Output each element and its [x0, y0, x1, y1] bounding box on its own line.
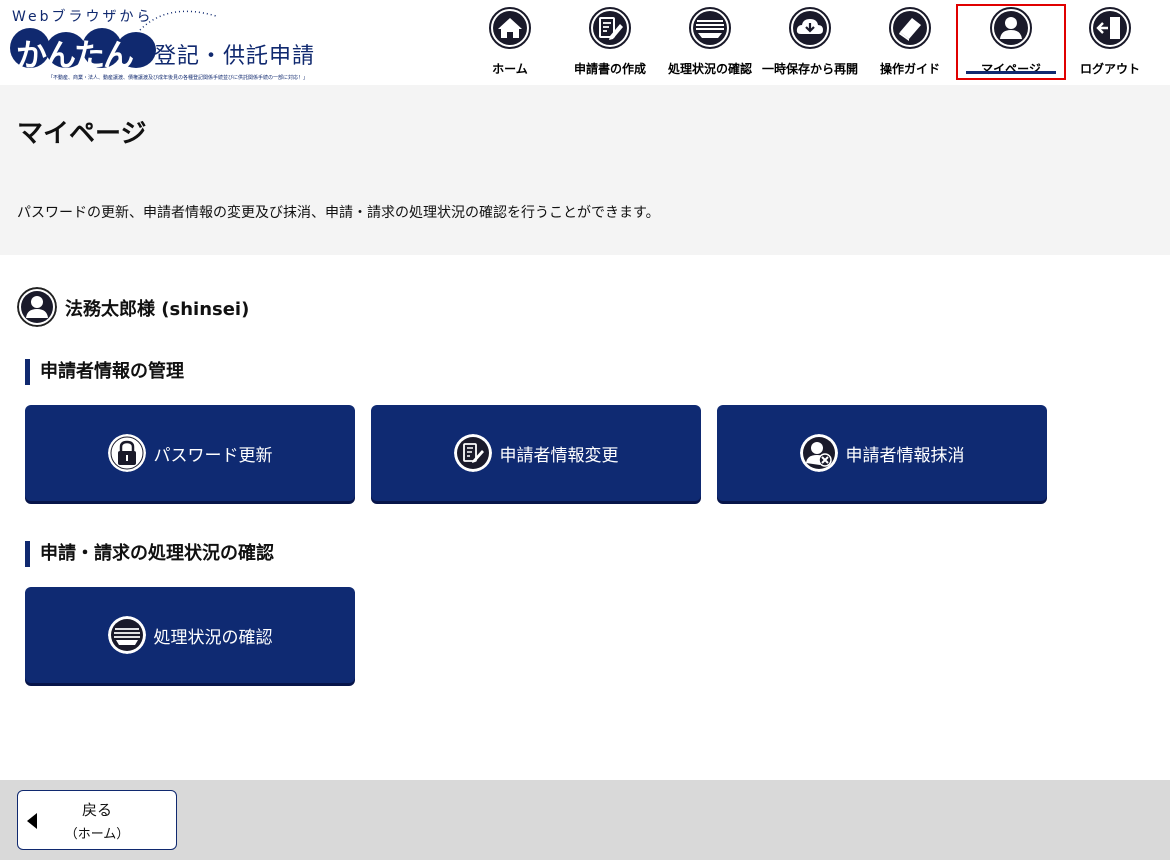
status-icon	[689, 7, 731, 49]
nav-label: マイページ	[981, 62, 1041, 76]
edit-document-icon	[453, 434, 492, 472]
button-label: 申請者情報変更	[499, 445, 619, 466]
nav-item-check-status[interactable]: 処理状況の確認	[660, 4, 760, 80]
lock-icon	[107, 434, 146, 472]
nav-item-home[interactable]: ホーム	[460, 4, 560, 80]
nav-item-mypage[interactable]: マイページ	[956, 4, 1066, 80]
page-description: パスワードの更新、申請者情報の変更及び抹消、申請・請求の処理状況の確認を行うこと…	[17, 205, 660, 221]
logo-title: 登記・供託申請	[154, 44, 316, 69]
user-delete-icon	[799, 434, 838, 472]
button-label: パスワード更新	[153, 445, 273, 466]
edit-document-icon	[589, 7, 631, 49]
back-button[interactable]: 戻る （ホーム）	[17, 790, 177, 850]
nav-label: 一時保存から再開	[761, 62, 858, 76]
nav-item-logout[interactable]: ログアウト	[1060, 4, 1160, 80]
applicant-info-delete-button[interactable]: 申請者情報抹消	[717, 405, 1047, 501]
nav-active-underline	[966, 71, 1056, 74]
nav-item-create-application[interactable]: 申請書の作成	[560, 4, 660, 80]
site-logo[interactable]: Webブラウザから かんたん 登記・供託申請 「不動産、商業・法人、動産譲渡、債…	[8, 4, 338, 84]
user-icon	[990, 7, 1032, 49]
page-title: マイページ	[17, 119, 147, 149]
status-icon	[107, 616, 146, 654]
user-name: 法務太郎様 (shinsei)	[65, 299, 250, 320]
page-heading-area: マイページ パスワードの更新、申請者情報の変更及び抹消、申請・請求の処理状況の確…	[0, 85, 1170, 255]
guide-book-icon	[889, 7, 931, 49]
password-update-button[interactable]: パスワード更新	[25, 405, 355, 501]
logo-kantan-text: かんたん	[16, 38, 134, 74]
back-label: 戻る	[81, 801, 112, 819]
logo-subtext: 「不動産、商業・法人、動産譲渡、債権譲渡及び成年後見の各種登記関係手続並びに供託…	[48, 75, 309, 81]
nav-label: 申請書の作成	[573, 62, 646, 76]
header: Webブラウザから かんたん 登記・供託申請 「不動産、商業・法人、動産譲渡、債…	[0, 0, 1170, 85]
button-label: 申請者情報抹消	[845, 445, 965, 466]
user-avatar-icon	[17, 287, 57, 327]
section-title-status: 申請・請求の処理状況の確認	[25, 541, 274, 567]
nav-item-operation-guide[interactable]: 操作ガイド	[860, 4, 960, 80]
logo-web-text: Webブラウザから	[12, 9, 154, 25]
nav-label: 処理状況の確認	[667, 62, 752, 76]
logout-icon	[1089, 7, 1131, 49]
footer-bar: 戻る （ホーム）	[0, 780, 1170, 860]
section-title-applicant: 申請者情報の管理	[25, 359, 184, 385]
home-icon	[489, 7, 531, 49]
nav-item-resume-saved[interactable]: 一時保存から再開	[760, 4, 860, 80]
nav-label: 操作ガイド	[879, 62, 940, 76]
nav-label: ホーム	[492, 62, 528, 76]
button-label: 処理状況の確認	[153, 627, 273, 648]
cloud-download-icon	[789, 7, 831, 49]
applicant-info-change-button[interactable]: 申請者情報変更	[371, 405, 701, 501]
nav-label: ログアウト	[1079, 62, 1140, 76]
check-status-button[interactable]: 処理状況の確認	[25, 587, 355, 683]
back-sub-label: （ホーム）	[64, 827, 130, 842]
